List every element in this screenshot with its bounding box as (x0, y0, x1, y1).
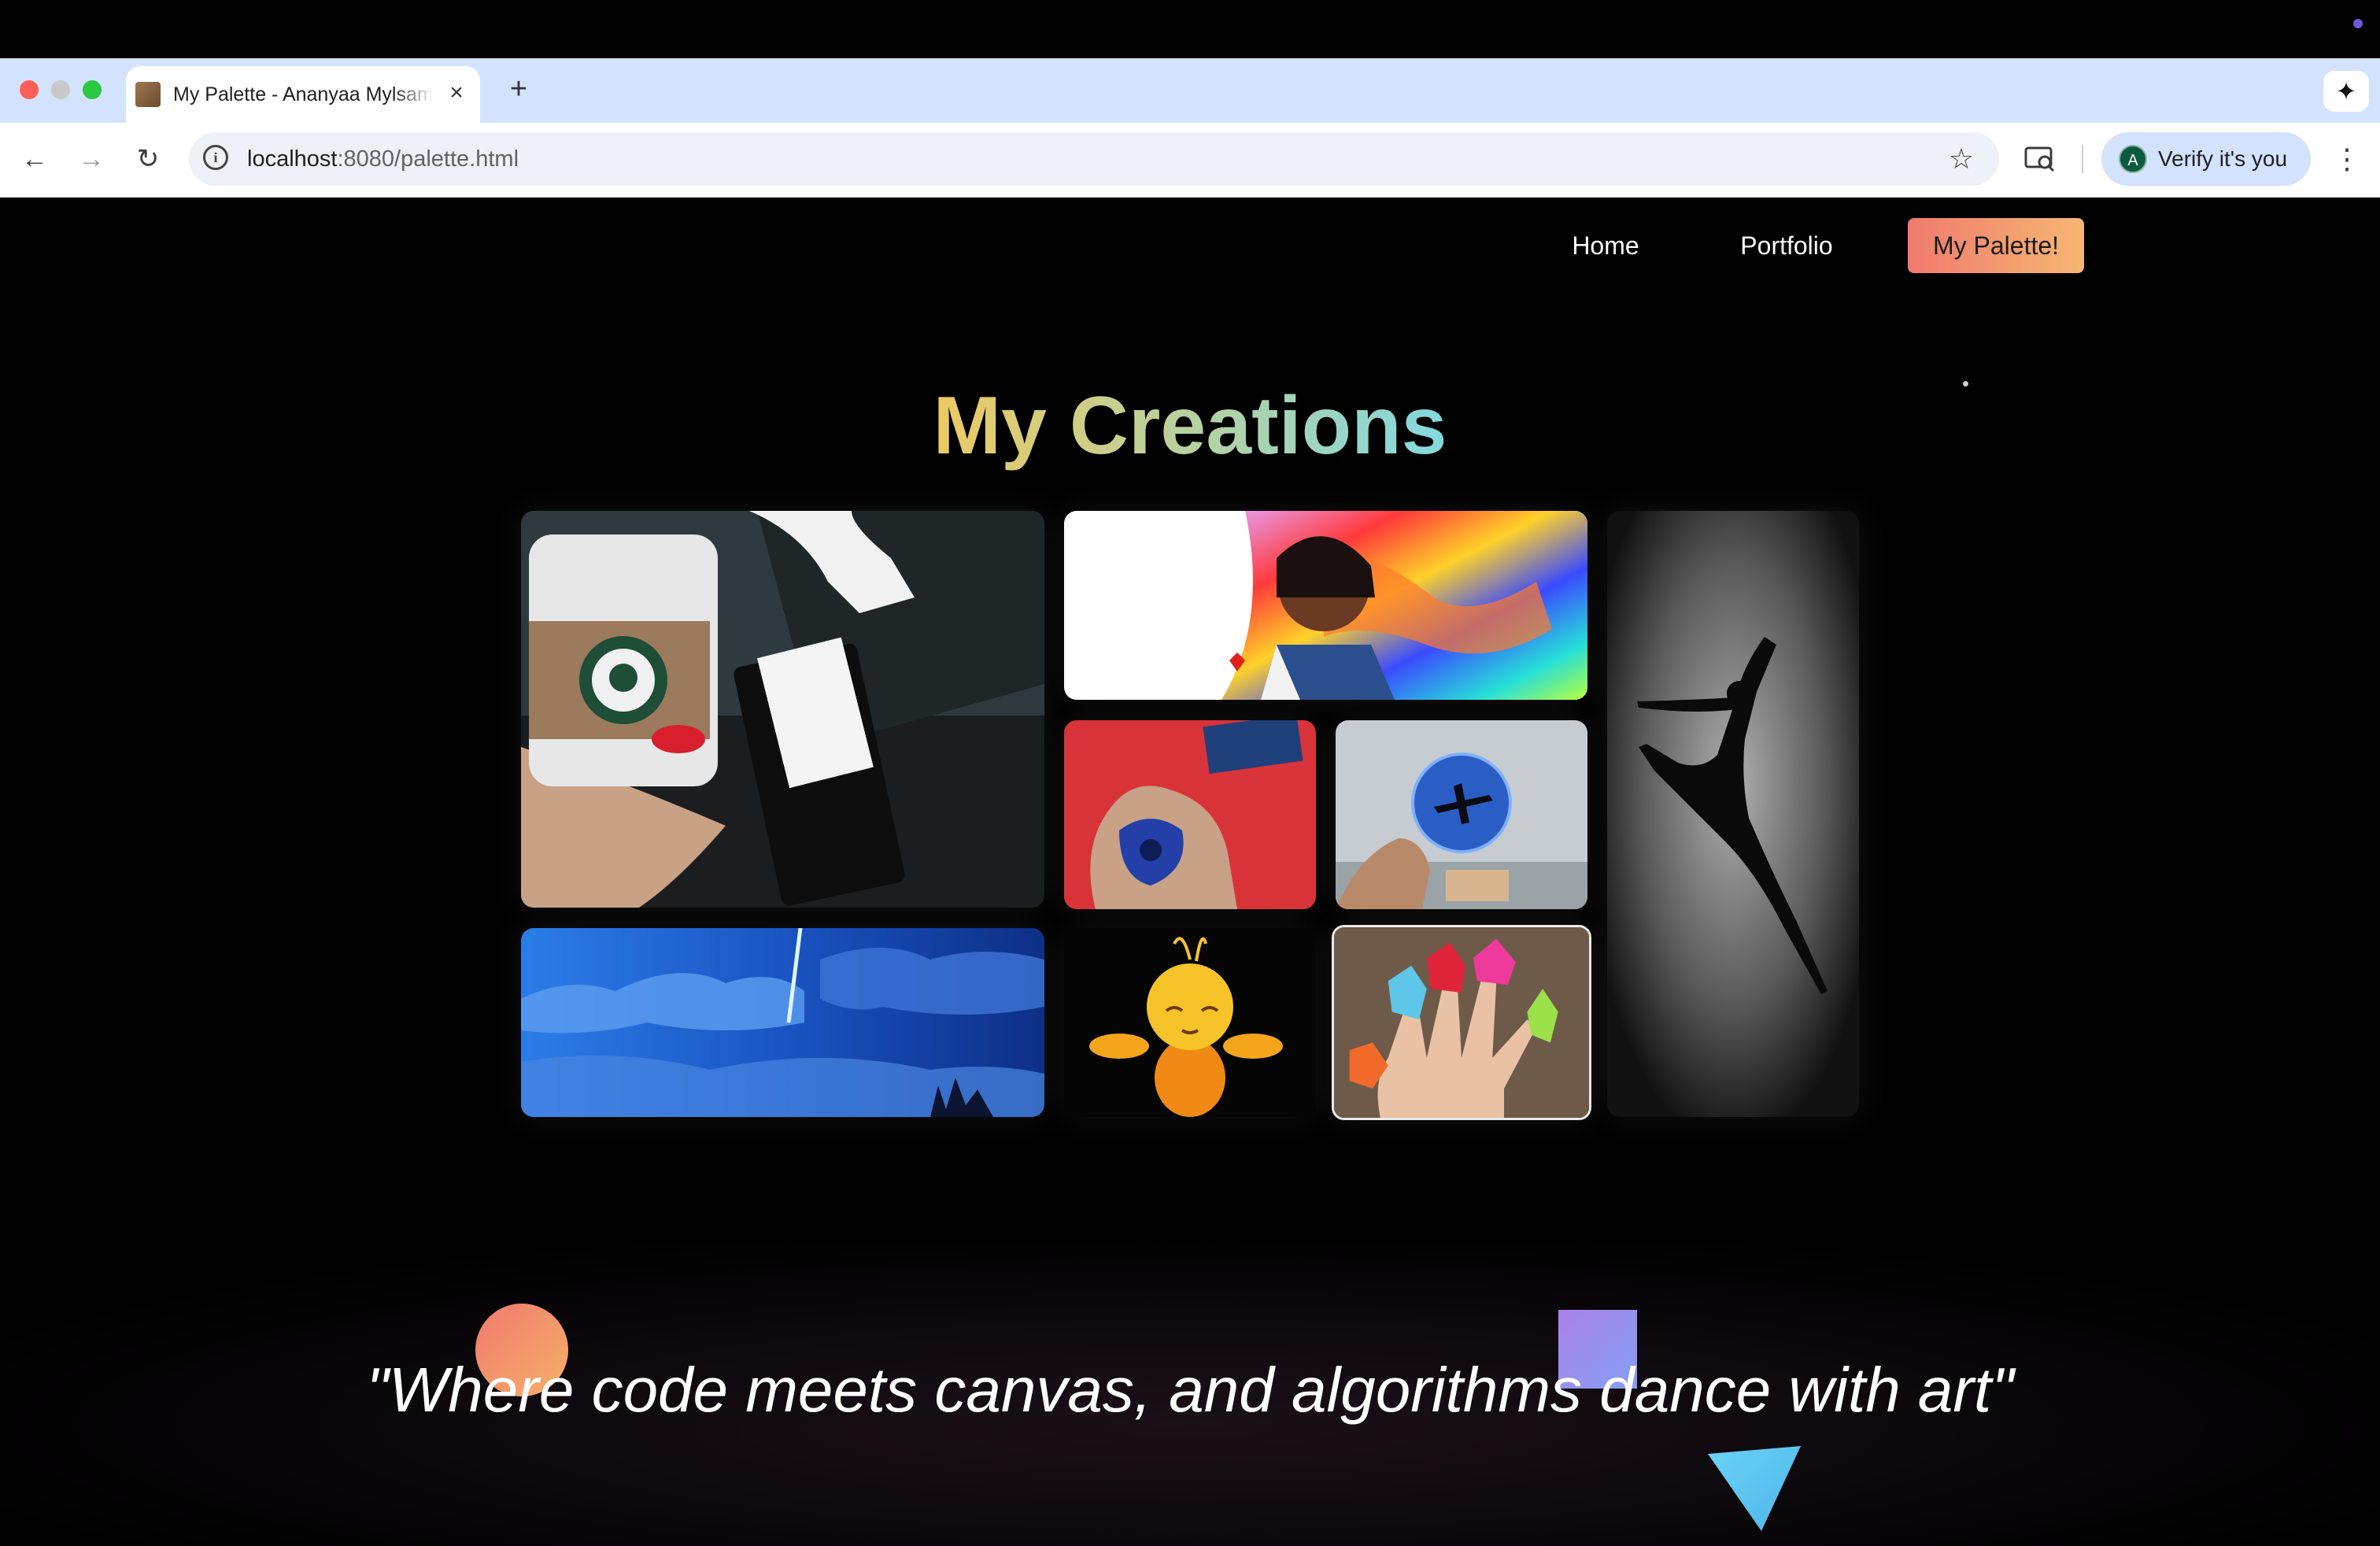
nav-portfolio-link[interactable]: Portfolio (1724, 218, 1850, 273)
page-title: My Creations (0, 379, 2380, 473)
tab-title: My Palette - Ananyaa Mylsamy (173, 83, 433, 105)
cute-bee-artwork[interactable] (1064, 928, 1316, 1117)
back-arrow-icon[interactable]: ← (17, 142, 52, 176)
window-close-button[interactable] (20, 80, 39, 99)
tab-close-icon[interactable]: × (442, 79, 471, 107)
tab-my-palette[interactable]: My Palette - Ananyaa Mylsamy × (126, 66, 480, 123)
origami-finger-bunnies-artwork[interactable] (1332, 925, 1591, 1120)
favicon-icon (135, 82, 161, 107)
os-menubar (0, 0, 2380, 58)
coffee-passport-artwork[interactable] (521, 511, 1044, 908)
nav-my-palette-button[interactable]: My Palette! (1908, 218, 2084, 273)
floating-triangle-shape (1708, 1446, 1801, 1531)
cast-search-icon[interactable] (2023, 143, 2057, 175)
window-zoom-button[interactable] (83, 80, 102, 99)
airplane-coaster-artwork[interactable] (1336, 720, 1587, 909)
star-icon[interactable]: ☆ (1944, 142, 1979, 176)
night-sky-comet-artwork[interactable] (521, 928, 1044, 1117)
info-icon[interactable]: i (203, 145, 228, 170)
profile-label[interactable]: Verify it's you (2158, 145, 2287, 173)
status-dot-icon (2353, 19, 2363, 28)
kebab-menu-icon[interactable]: ⋮ (2330, 142, 2364, 176)
dancer-silhouette-artwork[interactable] (1607, 511, 1859, 1117)
forward-arrow-icon[interactable]: → (74, 142, 109, 176)
gemini-sparkle-icon[interactable]: ✦ (2323, 71, 2369, 112)
url-text[interactable]: localhost:8080/palette.html (247, 145, 519, 173)
window-minimize-button[interactable] (51, 80, 70, 99)
page-content: Home Portfolio My Palette! My Creations (0, 198, 2380, 1546)
new-tab-button[interactable]: + (502, 72, 535, 105)
footer-quote: "Where code meets canvas, and algorithms… (366, 1355, 2014, 1425)
nav-home-link[interactable]: Home (1558, 218, 1653, 273)
girl-colorful-swirls-artwork[interactable] (1064, 511, 1587, 700)
url-host: localhost (247, 146, 338, 172)
reload-icon[interactable]: ↻ (131, 142, 165, 176)
avatar: A (2119, 145, 2147, 173)
painted-hand-artwork[interactable] (1064, 720, 1316, 909)
url-path: :8080/palette.html (337, 146, 519, 172)
toolbar-divider (2082, 145, 2083, 173)
